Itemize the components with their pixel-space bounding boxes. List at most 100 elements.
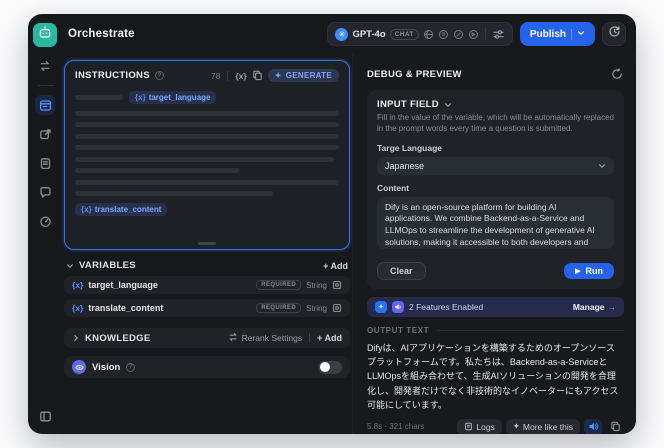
input-field-toggle[interactable]: INPUT FIELD [377,99,614,110]
history-icon [608,25,621,43]
model-settings-icon[interactable] [492,28,505,41]
model-selector[interactable]: ✳ GPT-4o CHAT [327,22,513,46]
features-bar: ✦ 2 Features Enabled Manage → [367,296,624,317]
globe-capability-icon [423,29,434,40]
instructions-panel[interactable]: INSTRUCTIONS ? 78 {x} ✦ GENERATE {x} tar… [64,60,350,250]
resize-handle[interactable] [198,242,216,245]
vision-label: Vision [92,361,121,373]
vision-eye-icon [72,360,86,374]
publish-button[interactable]: Publish [519,22,595,46]
robot-icon [37,25,53,46]
debug-title: DEBUG & PREVIEW [367,69,462,80]
more-like-this-feature-icon: ✦ [375,300,387,313]
copy-icon [610,421,621,432]
variable-chip-target-language[interactable]: {x} target_language [129,91,217,104]
vision-section: Vision ? [64,356,350,378]
variable-settings-icon[interactable] [332,303,342,313]
copy-output-button[interactable] [606,419,624,434]
instructions-title: INSTRUCTIONS [75,70,150,81]
icon-rail [28,14,62,434]
pill-divider [484,28,486,40]
add-knowledge-button[interactable]: + Add [317,333,342,343]
target-language-label: Targe Language [377,142,443,153]
sparkle-icon: ✦ [274,71,282,80]
sidebar-item-logs[interactable] [35,153,55,173]
redacted-text-bar [75,133,339,139]
openai-icon: ✳ [335,27,349,41]
rerank-settings-button[interactable]: Rerank Settings [228,332,302,344]
features-enabled-label: 2 Features Enabled [409,301,484,312]
help-icon[interactable]: ? [154,71,164,80]
speaker-icon [588,421,599,432]
sidebar-item-monitoring[interactable] [35,211,55,231]
refresh-icon[interactable] [611,68,624,81]
copy-prompt-icon[interactable] [252,70,263,81]
knowledge-section: KNOWLEDGE Rerank Settings + Add [64,328,350,348]
text-to-speech-button[interactable] [584,418,602,434]
version-history-button[interactable] [602,22,626,46]
output-footer: 5.8s · 321 chars Logs ✦ More like this [367,418,624,434]
rerank-icon [228,332,238,344]
app-switcher-icon[interactable] [35,56,55,76]
chevron-right-icon[interactable] [72,334,80,342]
sidebar-item-annotation[interactable] [35,182,55,202]
content-textarea[interactable]: Dify is an open-source platform for buil… [377,196,614,249]
configuration-column: INSTRUCTIONS ? 78 {x} ✦ GENERATE {x} tar… [62,54,352,434]
tool-capability-icon [453,29,464,40]
manage-features-button[interactable]: Manage → [573,302,616,312]
target-language-select[interactable]: Japanese [377,156,614,175]
required-badge: REQUIRED [256,280,302,290]
prompt-editor[interactable]: {x} target_language {x} translate_conten… [75,91,339,216]
variable-type: String [306,303,327,313]
redacted-text-bar [75,179,339,185]
arrow-right-icon: → [607,301,617,312]
collapse-sidebar-icon[interactable] [35,406,55,426]
chevron-down-icon [577,29,585,40]
redacted-text-bar [75,122,339,127]
vision-toggle[interactable] [318,360,342,374]
input-field-card: INPUT FIELD Fill in the value of the var… [367,90,624,289]
audio-capability-icon [468,29,479,40]
sidebar-item-api-access[interactable] [35,124,55,144]
play-icon: ▶ [575,267,581,275]
redacted-text-bar [75,156,334,162]
chevron-down-icon[interactable] [66,262,74,270]
sparkle-icon: ✦ [512,421,520,432]
variable-row-target-language[interactable]: {x} target_language REQUIRED String [64,276,350,294]
input-field-description: Fill in the value of the variable, which… [377,113,615,133]
content-label: Content [377,182,410,193]
required-badge: REQUIRED [256,303,302,313]
sidebar-item-orchestrate[interactable] [35,95,55,115]
file-capability-icon [438,29,449,40]
char-count: 78 [210,70,221,81]
variable-settings-icon[interactable] [332,280,342,290]
help-icon[interactable]: ? [126,362,136,372]
variable-chip-translate-content[interactable]: {x} translate_content [75,202,168,216]
redacted-text-bar [75,110,339,116]
app-window: Orchestrate ✳ GPT-4o CHAT Publish INSTRU… [28,14,636,434]
variables-header: VARIABLES + Add [64,260,350,271]
run-button[interactable]: ▶ Run [564,262,614,279]
output-header: OUTPUT TEXT [367,326,624,335]
app-logo[interactable] [33,23,57,47]
logs-icon [464,422,473,431]
redacted-text-bar [75,95,123,100]
rail-divider [37,85,53,86]
variable-row-translate-content[interactable]: {x} translate_content REQUIRED String [64,299,350,317]
chevron-down-icon [444,101,452,109]
variable-type: String [306,280,327,290]
page-title: Orchestrate [68,28,135,40]
model-name: GPT-4o [352,28,386,40]
insert-variable-icon[interactable]: {x} [235,71,246,81]
generation-stats: 5.8s · 321 chars [367,422,425,432]
generate-button[interactable]: ✦ GENERATE [267,69,339,82]
redacted-text-bar [75,145,339,150]
redacted-text-bar [75,191,273,196]
add-variable-button[interactable]: + Add [323,261,348,271]
debug-preview-panel: DEBUG & PREVIEW INPUT FIELD Fill in the … [352,54,636,434]
clear-button[interactable]: Clear [377,261,426,280]
more-like-this-button[interactable]: ✦ More like this [505,418,580,434]
chat-mode-badge: CHAT [389,28,419,40]
logs-button[interactable]: Logs [457,418,502,434]
redacted-text-bar [75,168,239,173]
